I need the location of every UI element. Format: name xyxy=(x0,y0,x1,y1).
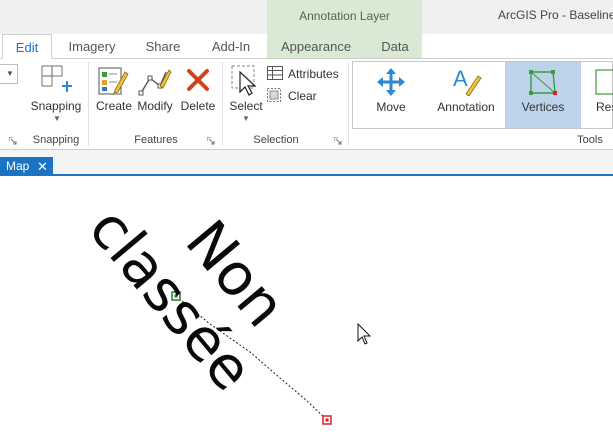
annotation-sketch-overlay xyxy=(171,291,372,425)
end-vertex-dot xyxy=(325,418,329,422)
tab-edit[interactable]: Edit xyxy=(2,34,52,59)
mouse-cursor-icon xyxy=(357,322,372,345)
